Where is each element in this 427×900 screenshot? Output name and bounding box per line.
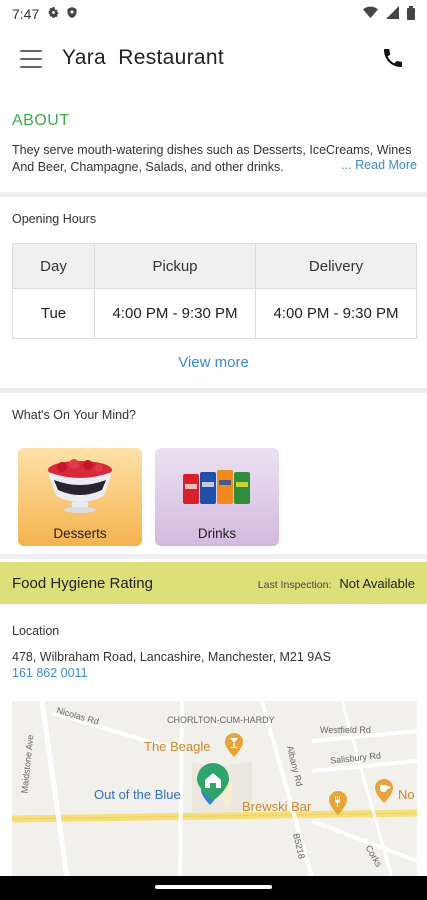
category-label: Drinks <box>197 526 237 541</box>
table-cell-delivery: 4:00 PM - 9:30 PM <box>255 288 417 339</box>
food-hygiene-bar: Food Hygiene Rating Last Inspection: Not… <box>0 562 427 604</box>
app-bar: Yara Restaurant <box>0 36 427 84</box>
menu-button[interactable] <box>20 50 42 68</box>
about-heading: ABOUT <box>12 112 70 129</box>
opening-hours-table: Day Pickup Delivery Tue 4:00 PM - 9:30 P… <box>12 243 417 339</box>
status-time: 7:47 <box>12 6 40 22</box>
category-label: Desserts <box>53 526 107 541</box>
last-inspection-value: Not Available <box>339 575 415 591</box>
location-map[interactable]: Nicolas Rd CHORLTON-CUM-HARDY Westfield … <box>12 701 417 878</box>
section-divider <box>0 192 427 197</box>
table-header-day: Day <box>12 243 95 289</box>
street-label: Westfield Rd <box>320 725 371 735</box>
home-gesture-handle[interactable] <box>155 885 272 889</box>
poi-label[interactable]: No <box>398 787 415 802</box>
bar-pin-icon[interactable] <box>224 733 244 757</box>
category-card-drinks[interactable]: Drinks <box>155 448 279 546</box>
table-row: Tue 4:00 PM - 9:30 PM 4:00 PM - 9:30 PM <box>12 288 417 339</box>
section-divider <box>0 554 427 559</box>
read-more-link[interactable]: ... Read More <box>339 158 417 172</box>
category-card-desserts[interactable]: Desserts <box>18 448 142 546</box>
poi-label[interactable]: Brewski Bar <box>242 799 311 814</box>
categories-label: What's On Your Mind? <box>12 408 136 422</box>
poi-label[interactable]: Out of the Blue <box>94 787 181 802</box>
call-button[interactable] <box>381 46 405 70</box>
location-label: Location <box>12 624 60 638</box>
section-divider <box>0 388 427 393</box>
view-more-link[interactable]: View more <box>0 354 427 371</box>
status-bar: 7:47 <box>0 0 427 28</box>
table-header-delivery: Delivery <box>255 243 417 289</box>
table-header-pickup: Pickup <box>94 243 256 289</box>
opening-hours-label: Opening Hours <box>12 212 97 226</box>
drink-cans-image <box>183 470 250 504</box>
table-header-row: Day Pickup Delivery <box>12 243 417 289</box>
menu-icon-line <box>20 66 42 68</box>
restaurant-location-marker[interactable] <box>196 763 230 801</box>
hygiene-title: Food Hygiene Rating <box>12 574 153 592</box>
menu-icon-line <box>20 58 42 60</box>
cafe-pin-icon[interactable] <box>374 779 394 803</box>
system-navigation-bar <box>0 876 427 900</box>
menu-icon-line <box>20 50 42 52</box>
table-cell-pickup: 4:00 PM - 9:30 PM <box>94 288 256 339</box>
dessert-bowl-image <box>48 459 112 513</box>
phone-number-link[interactable]: 161 862 0011 <box>12 666 88 680</box>
battery-icon <box>407 5 415 23</box>
table-cell-day: Tue <box>12 288 95 339</box>
bar-pin-icon[interactable] <box>328 791 348 815</box>
settings-icon <box>47 6 60 22</box>
shield-icon <box>66 6 78 22</box>
phone-icon <box>384 49 402 67</box>
poi-label[interactable]: The Beagle <box>144 739 211 754</box>
address-text: 478, Wilbraham Road, Lancashire, Manches… <box>12 650 331 664</box>
signal-icon <box>386 6 399 22</box>
last-inspection-label: Last Inspection: <box>257 578 332 591</box>
wifi-icon <box>363 6 378 22</box>
restaurant-title: Yara Restaurant <box>62 46 224 69</box>
area-label: CHORLTON-CUM-HARDY <box>167 715 275 725</box>
